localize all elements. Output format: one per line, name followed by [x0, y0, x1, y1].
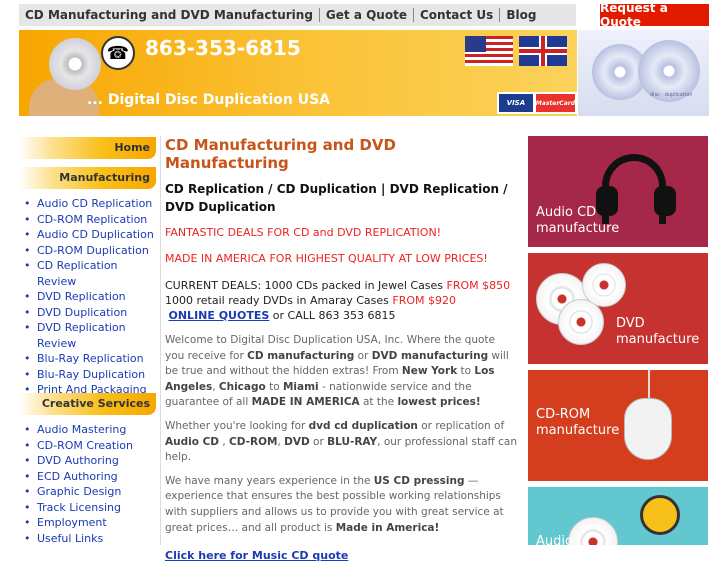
mastercard-icon: MasterCard	[535, 94, 575, 112]
telephone-icon: ☎	[101, 36, 135, 70]
manufacturing-list: Audio CD Replication CD-ROM Replication …	[19, 196, 159, 398]
nav-link-cd-dvd-manufacturing[interactable]: CD Manufacturing and DVD Manufacturing	[19, 8, 320, 22]
deal-line-fantastic: FANTASTIC DEALS FOR CD and DVD REPLICATI…	[165, 226, 442, 239]
sidebar-item-cd-rom-replication[interactable]: CD-ROM Replication	[19, 212, 159, 228]
request-quote-button[interactable]: Request a Quote	[600, 1, 709, 29]
uk-flag-icon[interactable]	[519, 36, 567, 66]
audio-cd-manufacture-panel[interactable]: Audio CD manufacture	[528, 136, 708, 247]
disc-icon	[568, 517, 618, 545]
sidebar-item-cd-rom-duplication[interactable]: CD-ROM Duplication	[19, 243, 159, 259]
nav-link-get-a-quote[interactable]: Get a Quote	[320, 8, 414, 22]
content-divider	[160, 136, 161, 545]
experience-paragraph: We have many years experience in the US …	[165, 474, 504, 534]
disc-image	[49, 38, 101, 90]
kid-headphones-icon	[640, 495, 680, 535]
deal-cds-price: FROM $850	[446, 279, 511, 292]
music-cd-quote-link[interactable]: Click here for Music CD quote	[165, 549, 348, 562]
panel-label: Audio CD	[536, 205, 597, 220]
sidebar-item-dvd-replication-review[interactable]: DVD Replication Review	[19, 320, 159, 351]
current-deals: CURRENT DEALS: 1000 CDs packed in Jewel …	[165, 278, 517, 323]
disc-icon	[582, 263, 626, 307]
deal-cds-text: CURRENT DEALS: 1000 CDs packed in Jewel …	[165, 279, 447, 292]
visa-icon: VISA	[499, 94, 533, 112]
panel-label: manufacture	[616, 332, 700, 347]
sidebar-item-audio-cd-duplication[interactable]: Audio CD Duplication	[19, 227, 159, 243]
creative-list: Audio Mastering CD-ROM Creation DVD Auth…	[19, 422, 159, 546]
sidebar-item-graphic-design[interactable]: Graphic Design	[19, 484, 159, 500]
panel-label: DVD	[616, 316, 645, 331]
panel-label: Audio	[536, 534, 573, 545]
sidebar-item-useful-links[interactable]: Useful Links	[19, 531, 159, 547]
us-flag-icon[interactable]	[465, 36, 513, 66]
deal-line-made-in-america: MADE IN AMERICA FOR HIGHEST QUALITY AT L…	[165, 252, 488, 265]
sidebar-item-track-licensing[interactable]: Track Licensing	[19, 500, 159, 516]
nav-link-contact-us[interactable]: Contact Us	[414, 8, 501, 22]
page-subtitle: CD Replication / CD Duplication | DVD Re…	[165, 182, 508, 214]
cd-rom-manufacture-panel[interactable]: CD-ROM manufacture	[528, 370, 708, 481]
sidebar-item-cd-replication-review[interactable]: CD Replication Review	[19, 258, 159, 289]
sidebar-heading-manufacturing[interactable]: Manufacturing	[19, 167, 156, 189]
sidebar-home[interactable]: Home	[19, 137, 156, 159]
main-content: CD Manufacturing and DVD Manufacturing C…	[165, 136, 517, 563]
call-text: or CALL 863 353 6815	[269, 309, 396, 322]
mouse-icon	[624, 398, 672, 460]
sidebar-item-dvd-duplication[interactable]: DVD Duplication	[19, 305, 159, 321]
sidebar-heading-creative-services[interactable]: Creative Services	[19, 393, 156, 415]
sidebar-item-employment[interactable]: Employment	[19, 515, 159, 531]
panel-label: manufacture	[536, 221, 620, 236]
services-paragraph: Whether you're looking for dvd cd duplic…	[165, 419, 517, 464]
phone-number: 863-353-6815	[145, 36, 301, 60]
payment-cards: VISA MasterCard	[497, 92, 577, 114]
tagline: ... Digital Disc Duplication USA	[87, 92, 330, 108]
top-nav: CD Manufacturing and DVD Manufacturing G…	[19, 4, 576, 26]
sidebar-item-cd-rom-creation[interactable]: CD-ROM Creation	[19, 438, 159, 454]
deal-dvds-text: 1000 retail ready DVDs in Amaray Cases	[165, 294, 393, 307]
panel-label: manufacture	[536, 423, 620, 438]
sidebar-item-audio-cd-replication[interactable]: Audio CD Replication	[19, 196, 159, 212]
sidebar-item-dvd-authoring[interactable]: DVD Authoring	[19, 453, 159, 469]
sidebar-item-ecd-authoring[interactable]: ECD Authoring	[19, 469, 159, 485]
sidebar-item-audio-mastering[interactable]: Audio Mastering	[19, 422, 159, 438]
header-banner: ☎ 863-353-6815 ... Digital Disc Duplicat…	[19, 30, 577, 116]
welcome-paragraph: Welcome to Digital Disc Duplication USA,…	[165, 334, 509, 409]
page-title: CD Manufacturing and DVD Manufacturing	[165, 136, 396, 172]
sidebar-item-dvd-replication[interactable]: DVD Replication	[19, 289, 159, 305]
sidebar-item-blu-ray-duplication[interactable]: Blu-Ray Duplication	[19, 367, 159, 383]
audio-panel[interactable]: Audio	[528, 487, 708, 545]
panel-label: CD-ROM	[536, 407, 591, 422]
sidebar-item-blu-ray-replication[interactable]: Blu-Ray Replication	[19, 351, 159, 367]
online-quotes-link[interactable]: ONLINE QUOTES	[169, 309, 270, 322]
dvd-manufacture-panel[interactable]: DVD manufacture	[528, 253, 708, 364]
logo-text: disc · duplication	[650, 92, 693, 98]
site-logo[interactable]: disc · duplication	[578, 30, 709, 116]
deal-dvds-price: FROM $920	[392, 294, 457, 307]
nav-link-blog[interactable]: Blog	[500, 8, 542, 22]
